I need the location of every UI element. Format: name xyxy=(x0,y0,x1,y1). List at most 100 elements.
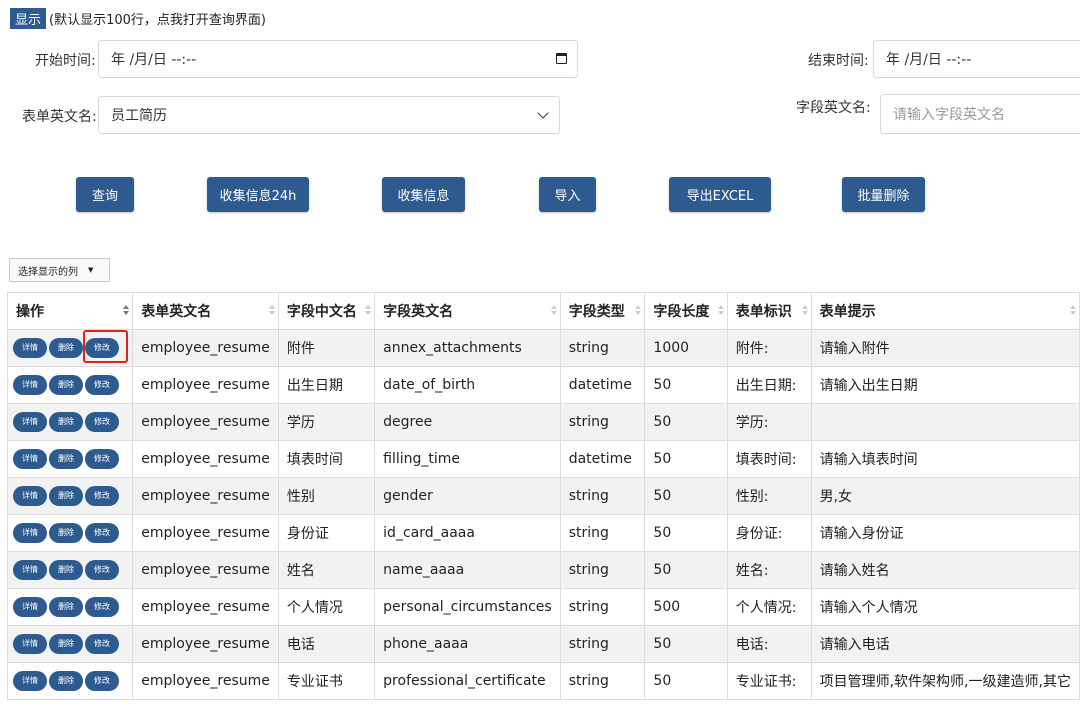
delete-button[interactable]: 删除 xyxy=(49,338,83,358)
column-header-field-type[interactable]: 字段类型 xyxy=(559,292,646,330)
form-name-cell: employee_resume xyxy=(132,514,279,552)
detail-button[interactable]: 详情 xyxy=(13,597,47,617)
field-type-cell: datetime xyxy=(559,366,646,404)
field-type-cell: string xyxy=(559,403,646,441)
field-en-name-cell: id_card_aaaa xyxy=(374,514,561,552)
field-name-input[interactable]: 请输入字段英文名 xyxy=(880,94,1080,134)
delete-button[interactable]: 删除 xyxy=(49,597,83,617)
column-header-operation[interactable]: 操作 xyxy=(6,292,134,330)
delete-button[interactable]: 删除 xyxy=(49,634,83,654)
detail-button[interactable]: 详情 xyxy=(13,486,47,506)
form-hint-cell: 请输入电话 xyxy=(810,625,1080,663)
edit-button[interactable]: 修改 xyxy=(85,560,119,580)
operation-cell: 详情 删除 修改 xyxy=(6,625,134,663)
form-name-select[interactable]: 员工简历 xyxy=(98,96,560,134)
table-row: 详情 删除 修改 employee_resume 姓名 name_aaaa string 50… xyxy=(6,551,1080,589)
form-name-cell: employee_resume xyxy=(132,440,279,478)
edit-button[interactable]: 修改 xyxy=(85,449,119,469)
show-button[interactable]: 显示 xyxy=(10,8,47,29)
field-cn-name-cell: 出生日期 xyxy=(277,366,376,404)
form-tag-cell: 附件: xyxy=(726,329,812,367)
table-row: 详情 删除 修改 employee_resume 学历 degree string 50 学历: xyxy=(6,403,1080,441)
form-tag-cell: 性别: xyxy=(726,477,812,515)
collect-24h-button[interactable]: 收集信息24h xyxy=(207,177,309,212)
field-type-cell: string xyxy=(559,329,646,367)
detail-button[interactable]: 详情 xyxy=(13,338,47,358)
edit-button[interactable]: 修改 xyxy=(85,338,119,358)
field-length-cell: 50 xyxy=(644,625,728,663)
import-button[interactable]: 导入 xyxy=(539,177,596,212)
form-tag-cell: 姓名: xyxy=(726,551,812,589)
delete-button[interactable]: 删除 xyxy=(49,486,83,506)
delete-button[interactable]: 删除 xyxy=(49,449,83,469)
edit-button[interactable]: 修改 xyxy=(85,523,119,543)
table-row: 详情 删除 修改 employee_resume 附件 annex_attachments… xyxy=(6,329,1080,367)
delete-button[interactable]: 删除 xyxy=(49,523,83,543)
start-time-input[interactable]: 年 /月/日 --:-- xyxy=(98,40,578,78)
start-time-label: 开始时间: xyxy=(35,53,96,69)
field-type-cell: string xyxy=(559,662,646,700)
column-header-label: 表单标识 xyxy=(735,304,792,320)
field-cn-name-cell: 附件 xyxy=(277,329,376,367)
operation-cell: 详情 删除 修改 xyxy=(6,514,134,552)
field-en-name-cell: gender xyxy=(374,477,561,515)
table-row: 详情 删除 修改 employee_resume 填表时间 filling_time dat… xyxy=(6,440,1080,478)
column-header-field-cn-name[interactable]: 字段中文名 xyxy=(277,292,376,330)
delete-button[interactable]: 删除 xyxy=(49,375,83,395)
field-en-name-cell: annex_attachments xyxy=(374,329,561,367)
field-cn-name-cell: 电话 xyxy=(277,625,376,663)
edit-button[interactable]: 修改 xyxy=(85,486,119,506)
field-en-name-cell: phone_aaaa xyxy=(374,625,561,663)
end-time-input[interactable]: 年 /月/日 --:-- xyxy=(873,40,1080,78)
column-header-form-tag[interactable]: 表单标识 xyxy=(726,292,812,330)
column-header-label: 字段类型 xyxy=(568,304,625,320)
form-tag-cell: 出生日期: xyxy=(726,366,812,404)
column-header-label: 字段英文名 xyxy=(383,304,454,320)
edit-button[interactable]: 修改 xyxy=(85,412,119,432)
field-length-cell: 500 xyxy=(644,588,728,626)
calendar-icon[interactable] xyxy=(556,53,567,64)
form-name-cell: employee_resume xyxy=(132,366,279,404)
export-excel-button[interactable]: 导出EXCEL xyxy=(669,177,771,212)
query-button[interactable]: 查询 xyxy=(76,177,134,212)
field-length-cell: 50 xyxy=(644,477,728,515)
form-hint-cell: 请输入填表时间 xyxy=(810,440,1080,478)
edit-button[interactable]: 修改 xyxy=(85,671,119,691)
column-header-field-en-name[interactable]: 字段英文名 xyxy=(374,292,561,330)
operation-cell: 详情 删除 修改 xyxy=(6,329,134,367)
column-header-form-hint[interactable]: 表单提示 xyxy=(810,292,1080,330)
field-cn-name-cell: 专业证书 xyxy=(277,662,376,700)
detail-button[interactable]: 详情 xyxy=(13,560,47,580)
column-header-label: 字段中文名 xyxy=(286,304,357,320)
field-type-cell: string xyxy=(559,551,646,589)
delete-button[interactable]: 删除 xyxy=(49,671,83,691)
edit-button[interactable]: 修改 xyxy=(85,375,119,395)
batch-delete-button[interactable]: 批量删除 xyxy=(842,177,925,212)
detail-button[interactable]: 详情 xyxy=(13,412,47,432)
show-hint[interactable]: (默认显示100行，点我打开查询界面) xyxy=(49,9,266,28)
field-cn-name-cell: 个人情况 xyxy=(277,588,376,626)
edit-button[interactable]: 修改 xyxy=(85,634,119,654)
field-name-placeholder: 请输入字段英文名 xyxy=(893,107,1005,123)
edit-button[interactable]: 修改 xyxy=(85,597,119,617)
column-selector[interactable]: 选择显示的列 ▼ xyxy=(9,258,110,282)
detail-button[interactable]: 详情 xyxy=(13,634,47,654)
field-length-cell: 50 xyxy=(644,403,728,441)
detail-button[interactable]: 详情 xyxy=(13,523,47,543)
form-name-label: 表单英文名: xyxy=(22,109,97,125)
column-header-field-length[interactable]: 字段长度 xyxy=(644,292,728,330)
detail-button[interactable]: 详情 xyxy=(13,449,47,469)
form-hint-cell: 请输入姓名 xyxy=(810,551,1080,589)
table-row: 详情 删除 修改 employee_resume 身份证 id_card_aaaa stri… xyxy=(6,514,1080,552)
form-name-cell: employee_resume xyxy=(132,329,279,367)
column-header-form-name[interactable]: 表单英文名 xyxy=(132,292,279,330)
field-name-label: 字段英文名: xyxy=(796,100,871,116)
collect-button[interactable]: 收集信息 xyxy=(382,177,465,212)
detail-button[interactable]: 详情 xyxy=(13,375,47,395)
form-name-cell: employee_resume xyxy=(132,477,279,515)
delete-button[interactable]: 删除 xyxy=(49,560,83,580)
delete-button[interactable]: 删除 xyxy=(49,412,83,432)
table-body: 详情 删除 修改 employee_resume 附件 annex_attachments… xyxy=(6,329,1080,700)
detail-button[interactable]: 详情 xyxy=(13,671,47,691)
field-en-name-cell: personal_circumstances xyxy=(374,588,561,626)
